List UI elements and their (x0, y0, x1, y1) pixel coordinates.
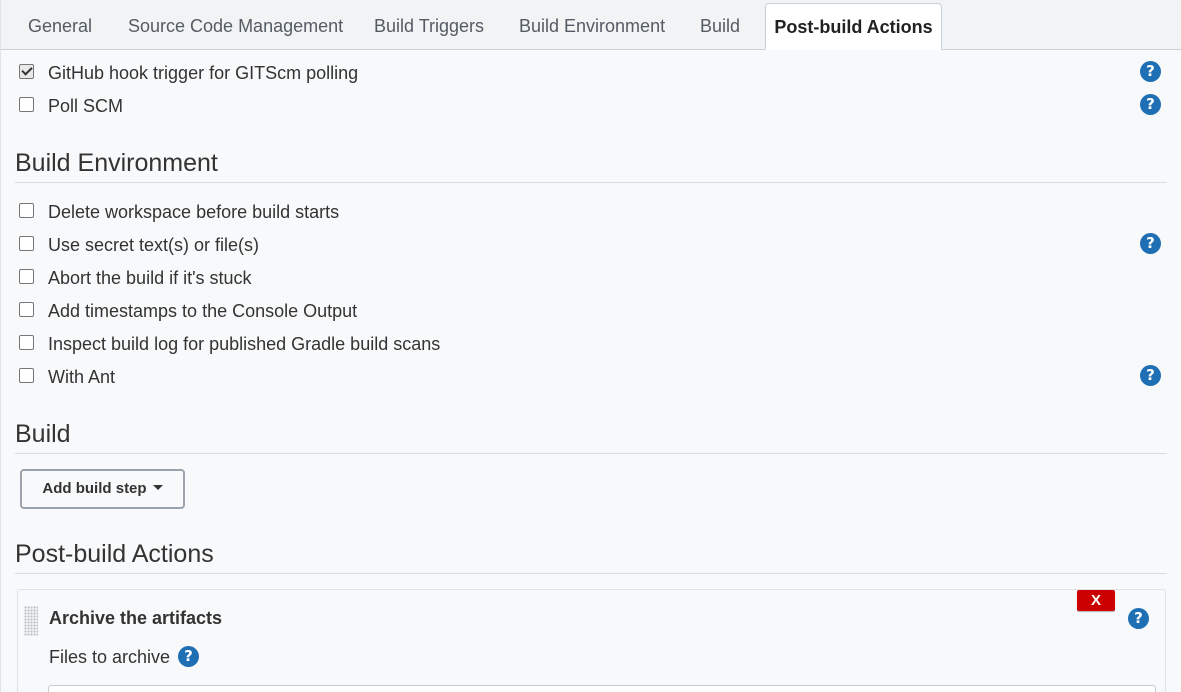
tab-build-triggers[interactable]: Build Triggers (374, 0, 484, 50)
section-title-build-environment: Build Environment (15, 149, 218, 177)
tab-post-build-actions[interactable]: Post-build Actions (765, 3, 942, 50)
gradle-scans-label[interactable]: Inspect build log for published Gradle b… (48, 333, 440, 355)
section-divider (15, 573, 1167, 574)
timestamps-label[interactable]: Add timestamps to the Console Output (48, 300, 357, 322)
secret-text-checkbox[interactable] (19, 236, 34, 251)
tab-build[interactable]: Build (700, 0, 740, 50)
trigger-row-github-hook: GitHub hook trigger for GITScm polling (19, 62, 1169, 86)
help-icon[interactable]: ? (1140, 61, 1161, 82)
poll-scm-label[interactable]: Poll SCM (48, 95, 123, 117)
tab-general[interactable]: General (28, 0, 92, 50)
help-icon[interactable]: ? (1140, 233, 1161, 254)
with-ant-label[interactable]: With Ant (48, 366, 115, 388)
archive-artifacts-title: Archive the artifacts (49, 608, 223, 628)
poll-scm-checkbox[interactable] (19, 97, 34, 112)
caret-down-icon (152, 484, 163, 490)
drag-handle-icon[interactable] (24, 606, 38, 636)
help-icon[interactable]: ? (1140, 365, 1161, 386)
section-title-build: Build (15, 420, 71, 448)
add-build-step-button[interactable]: Add build step (20, 469, 185, 509)
gradle-scans-checkbox[interactable] (19, 335, 34, 350)
env-row-timestamps: Add timestamps to the Console Output (19, 300, 1169, 324)
env-row-secret-text: Use secret text(s) or file(s) (19, 234, 1169, 258)
help-icon[interactable]: ? (1128, 608, 1149, 629)
section-title-post-build-actions: Post-build Actions (15, 540, 214, 568)
env-row-gradle-scans: Inspect build log for published Gradle b… (19, 333, 1169, 357)
tab-build-environment[interactable]: Build Environment (519, 0, 665, 50)
tab-source-code-management[interactable]: Source Code Management (128, 0, 343, 50)
timestamps-checkbox[interactable] (19, 302, 34, 317)
trigger-row-poll-scm: Poll SCM (19, 95, 1169, 119)
github-hook-label[interactable]: GitHub hook trigger for GITScm polling (48, 62, 358, 84)
delete-action-button[interactable]: X (1077, 590, 1115, 611)
delete-workspace-label[interactable]: Delete workspace before build starts (48, 201, 339, 223)
with-ant-checkbox[interactable] (19, 368, 34, 383)
abort-stuck-checkbox[interactable] (19, 269, 34, 284)
env-row-delete-workspace: Delete workspace before build starts (19, 201, 1169, 225)
section-divider (15, 182, 1167, 183)
secret-text-label[interactable]: Use secret text(s) or file(s) (48, 234, 259, 256)
config-tab-bar: General Source Code Management Build Tri… (1, 0, 1181, 50)
github-hook-checkbox[interactable] (19, 64, 34, 79)
add-build-step-label: Add build step (42, 480, 147, 497)
abort-stuck-label[interactable]: Abort the build if it's stuck (48, 267, 252, 289)
help-icon[interactable]: ? (178, 646, 199, 667)
help-icon[interactable]: ? (1140, 94, 1161, 115)
env-row-abort-stuck: Abort the build if it's stuck (19, 267, 1169, 291)
job-config-page: General Source Code Management Build Tri… (0, 0, 1181, 692)
archive-artifacts-panel (17, 589, 1166, 692)
files-to-archive-label: Files to archive (49, 647, 171, 667)
section-divider (15, 453, 1167, 454)
files-to-archive-input[interactable] (48, 685, 1156, 692)
env-row-with-ant: With Ant (19, 366, 1169, 390)
delete-workspace-checkbox[interactable] (19, 203, 34, 218)
